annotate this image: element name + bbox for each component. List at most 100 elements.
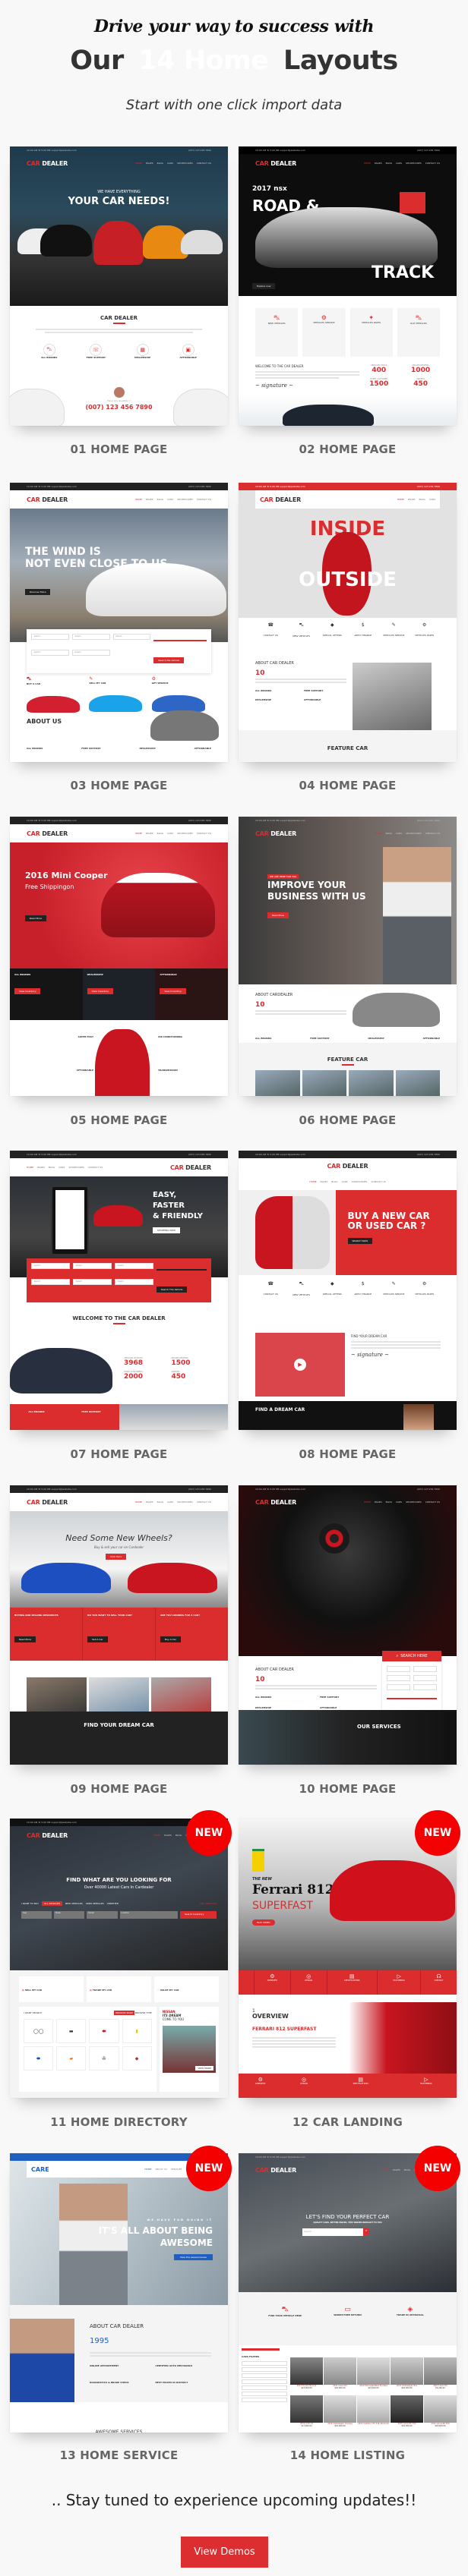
view-demos-button[interactable]: View Demos	[181, 2537, 268, 2568]
search-button[interactable]: Search the Vehicle	[153, 657, 185, 663]
nav-bar: CAR DEALER HOME PAGES BLOG CARS SHORTCODES CON…	[239, 154, 457, 172]
car-icon: ⛍	[43, 343, 55, 356]
filter-select[interactable]	[242, 2379, 287, 2384]
video-thumbnail[interactable]: ▶	[255, 1333, 345, 1397]
layout-card-11[interactable]: 10:00 AM To 5:00 PM support@website.com(…	[10, 1819, 228, 2098]
filter-select[interactable]	[242, 2367, 287, 2372]
page-title: Our 14 Home Layouts	[0, 46, 468, 76]
tab-overview[interactable]: ⚙ OVERVIEW	[254, 1970, 290, 1995]
select-make[interactable]	[413, 1666, 437, 1672]
hero-banner: 10:00 AM To 5:00 PM support@website.com(…	[239, 817, 457, 984]
layout-card-07[interactable]: 10:00 AM To 5:00 PM support@website.com(…	[10, 1151, 228, 1430]
select-condition[interactable]: -Select-	[72, 1278, 112, 1285]
search-box[interactable]: Search... ⌕	[302, 2228, 369, 2236]
car-listing[interactable]: 2012 Mercedes-Benz M-Class $22,900.00	[357, 2357, 390, 2395]
layout-card-12[interactable]: THE NEW Ferrari 812 SUPERFAST PLAY VIDEO…	[239, 1819, 457, 2098]
read-more-button[interactable]: Read More	[25, 915, 46, 921]
select-body[interactable]: -Select-	[31, 649, 69, 656]
car-listing[interactable]: 2011 Lexus RX 350 $18,900.00	[424, 2395, 457, 2433]
view-awesomeness-button[interactable]: View the awesomeness	[173, 2254, 213, 2260]
select-mileage[interactable]: -Select-	[114, 1278, 153, 1285]
find-car-section: FIND A DREAM CAR	[239, 1401, 457, 1430]
buy-car-button[interactable]: Buy A Car	[160, 1636, 181, 1642]
layout-card-03[interactable]: 10:00 AM To 5:00 PM support@website.com(…	[10, 483, 228, 762]
shopping-button[interactable]: SHOPPING NOW	[153, 1227, 181, 1233]
layout-card-06[interactable]: 10:00 AM To 5:00 PM support@website.com(…	[239, 817, 457, 1096]
vehicle-count: (26) VEHICLES	[200, 1902, 217, 1905]
support-icon: ☏	[90, 343, 103, 356]
explore-button[interactable]: Explore now	[252, 283, 276, 289]
search-inventory-button[interactable]: Search Inventory	[179, 1911, 217, 1919]
select-mileage[interactable]	[413, 1684, 437, 1690]
play-icon[interactable]: ▶	[294, 1359, 306, 1371]
select-year[interactable]: -Select-	[31, 1263, 70, 1269]
layout-card-08[interactable]: 10:00 AM To 5:00 PM support@website.com(…	[239, 1151, 457, 1430]
tab-multimedia[interactable]: ▷ MULTIMEDIA	[377, 1970, 420, 1995]
layout-card-04[interactable]: 10:00 AM To 5:00 PM support@website.com(…	[239, 483, 457, 762]
layout-card-01[interactable]: 10:00 AM To 5:00 PM support@website.com (…	[10, 146, 228, 426]
filter-select[interactable]	[242, 2398, 287, 2402]
tab-specifications[interactable]: ▤ SPECIFICATIONS	[326, 1970, 378, 1995]
filter-select[interactable]	[242, 2373, 287, 2378]
layout-card-09[interactable]: 10:00 AM To 5:00 PM support@website.com(…	[10, 1485, 228, 1765]
price-slider[interactable]	[153, 640, 207, 641]
read-more-button[interactable]: Read More	[14, 1636, 36, 1642]
tab-contact[interactable]: ☊ CONTACT	[420, 1970, 457, 1995]
select-body[interactable]: -Select-	[31, 1278, 70, 1285]
search-tab[interactable]: ⌕ SEARCH HERE	[382, 1651, 441, 1661]
make-select[interactable]: Make	[54, 1911, 85, 1919]
filter-select[interactable]	[242, 2392, 287, 2396]
layout-card-05[interactable]: 10:00 AM To 5:00 PM support@website.com(…	[10, 817, 228, 1096]
price-slider[interactable]	[156, 1269, 207, 1271]
sell-car-button[interactable]: Sell A Car	[87, 1636, 108, 1642]
search-button[interactable]: Search The Vehicle	[156, 1286, 188, 1293]
layout-card-10[interactable]: 10:00 AM To 5:00 PM support@website.com(…	[239, 1485, 457, 1765]
tab-design[interactable]: ◎ DESIGN	[289, 1970, 327, 1995]
select-body[interactable]	[413, 1675, 437, 1681]
filter-select[interactable]	[242, 2385, 287, 2390]
model-select[interactable]: Model	[87, 1911, 118, 1919]
select-model[interactable]: -Select-	[112, 634, 151, 640]
price-slider[interactable]	[387, 1698, 437, 1699]
select-model[interactable]: -Select-	[114, 1263, 153, 1269]
discover-button[interactable]: Discover More	[25, 589, 51, 595]
layout-card-13[interactable]: 10:00 AM To 5:00 PM support@website.com(…	[10, 2153, 228, 2433]
tab-new-vehicles[interactable]: NEW VEHICLES	[65, 1902, 83, 1905]
layout-card-02[interactable]: 10:00 AM To 5:00 PM support@website.com (…	[239, 146, 457, 426]
select-make[interactable]: -Select-	[71, 634, 110, 640]
nissan-ad[interactable]: NISSAN ITS DREAM COME TO YOU VIEW MORE	[159, 2007, 219, 2092]
car-listing[interactable]: 2015 Volkswagen Eos $18,000.00	[391, 2357, 423, 2395]
year-select[interactable]: Year	[21, 1911, 52, 1919]
view-inventory-button[interactable]: View Inventory	[14, 988, 41, 994]
directory-section: ▤ SELL MY CAR ▤ TRADE MY CAR ♡ VALUE MY …	[10, 1970, 228, 2098]
layout-card-14[interactable]: 10:00 AM To 5:00 PM support@website.com(…	[239, 2153, 457, 2433]
hero-title-line2: Free Shippingon	[25, 883, 74, 890]
view-inventory-button[interactable]: View Inventory	[87, 988, 114, 994]
car-listing[interactable]: 2007 Lexus RX $9,200.00	[424, 2357, 457, 2395]
tab-used-vehicles[interactable]: USED VEHICLES	[86, 1902, 104, 1905]
read-more-button[interactable]: Read More	[267, 912, 289, 918]
select-condition[interactable]: -Select-	[71, 649, 110, 656]
select-year[interactable]: -Select-	[31, 634, 69, 640]
logo: CAR DEALER	[255, 2166, 297, 2174]
tag-icon: ◈	[407, 2306, 413, 2313]
play-video-button[interactable]: PLAY VIDEO	[252, 1919, 275, 1926]
car-listing[interactable]: 2013 Toyota Tacoma $23,000.00	[290, 2357, 323, 2395]
select-condition[interactable]	[387, 1684, 410, 1690]
car-listing[interactable]: 2016 Volkswagen Touareg $14,900.00	[324, 2395, 356, 2433]
car-listing[interactable]: 2015 Lexus RC 350 $32,000.00	[391, 2395, 423, 2433]
view-inventory-button[interactable]: View Inventory	[160, 988, 186, 994]
tab-certified[interactable]: CERTIFIED	[107, 1902, 119, 1905]
click-here-button[interactable]: Click Here	[106, 1554, 127, 1560]
car-listing[interactable]: 2011 Lexus RX $16,900.00	[324, 2357, 356, 2395]
select-year[interactable]	[387, 1666, 410, 1672]
filter-select[interactable]	[242, 2361, 287, 2366]
car-listing[interactable]: 2012 Cadillac CTS 3.6L Premium	[357, 2395, 390, 2433]
select-model[interactable]	[387, 1675, 410, 1681]
search-now-button[interactable]: SEARCH NOW	[347, 1238, 373, 1245]
select-make[interactable]: -Select-	[72, 1263, 112, 1269]
car-listing[interactable]: 2012 Audi A4 $17,900.00	[290, 2395, 323, 2433]
location-input[interactable]: Location	[119, 1911, 178, 1919]
avatar	[114, 387, 125, 398]
tab-all-vehicles[interactable]: ALL VEHICLES	[41, 1901, 62, 1906]
